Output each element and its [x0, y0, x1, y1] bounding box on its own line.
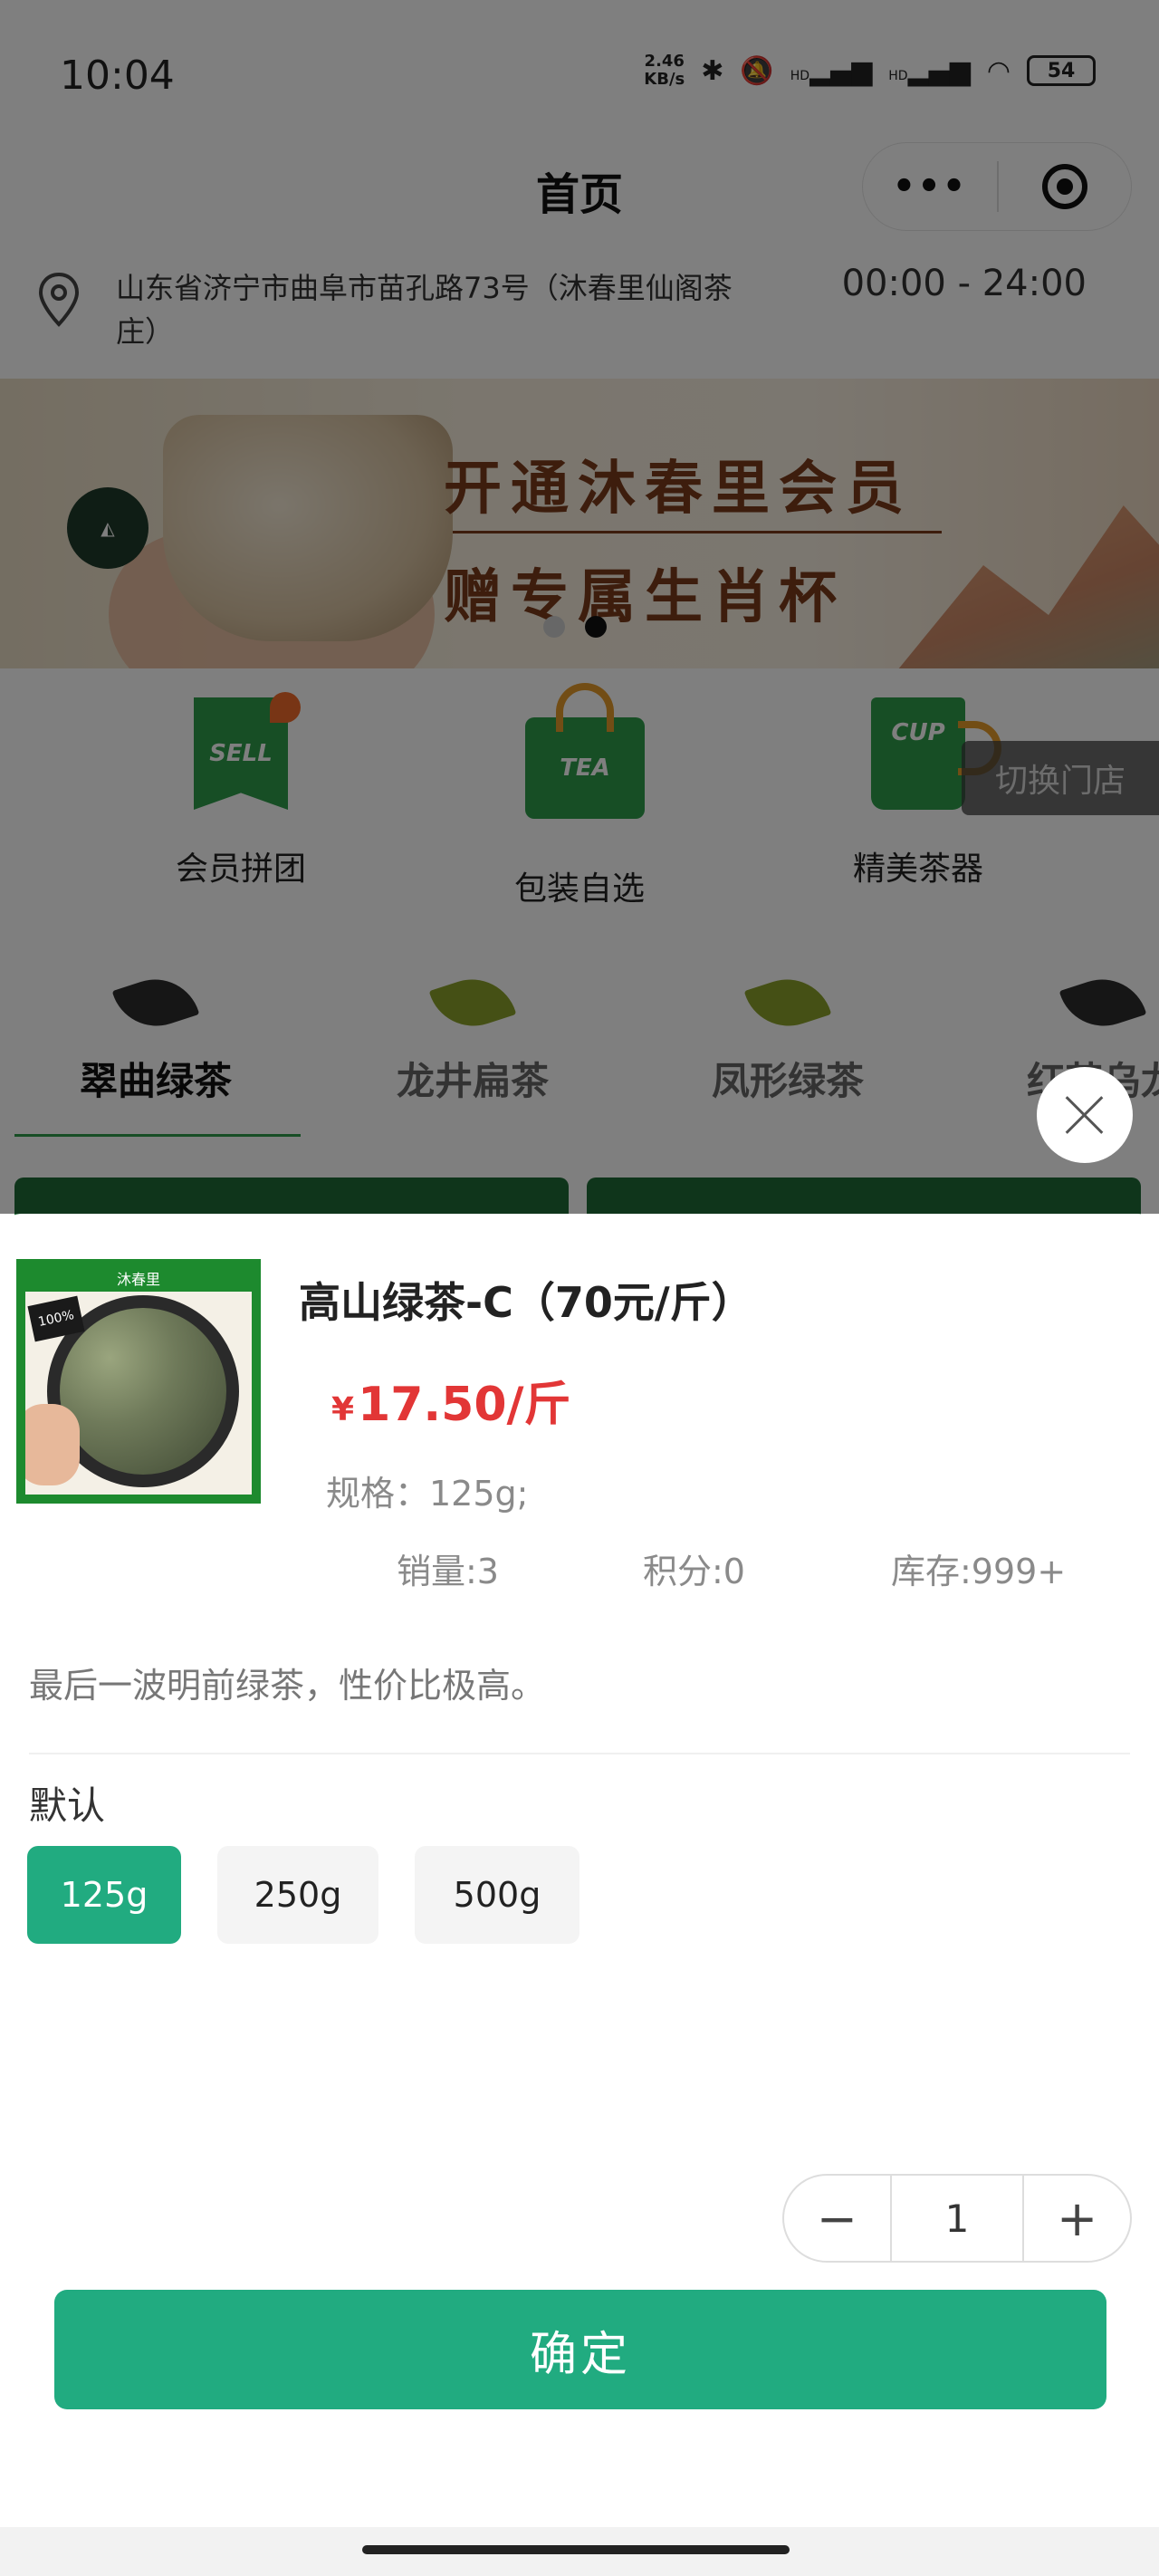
- product-description: 最后一波明前绿茶，性价比极高。: [29, 1666, 546, 1706]
- close-button[interactable]: [1037, 1067, 1133, 1163]
- spec-group-title: 默认: [29, 1783, 106, 1828]
- product-price: ¥17.50/斤: [331, 1366, 571, 1434]
- decrement-button[interactable]: −: [784, 2176, 890, 2261]
- gesture-bar-area: [0, 2527, 1159, 2576]
- spec-options: 125g 250g 500g: [27, 1846, 580, 1944]
- quantity-value[interactable]: 1: [889, 2176, 1025, 2261]
- points-value: 积分:0: [643, 1552, 745, 1591]
- increment-button[interactable]: +: [1024, 2176, 1130, 2261]
- currency-symbol: ¥: [331, 1391, 355, 1428]
- thumb-brand: 沐春里: [25, 1268, 252, 1292]
- home-indicator[interactable]: [362, 2545, 790, 2554]
- product-spec: 规格：125g;: [326, 1474, 529, 1514]
- spec-option-125g[interactable]: 125g: [27, 1846, 181, 1944]
- tea-leaves-image: [60, 1308, 226, 1475]
- price-value: 17.50/斤: [358, 1378, 571, 1432]
- sales-count: 销量:3: [397, 1552, 499, 1591]
- product-thumbnail: 100% 沐春里: [16, 1259, 261, 1504]
- product-stats: 销量:3 积分:0 库存:999+: [0, 1543, 1159, 1598]
- section-divider: [29, 1753, 1130, 1754]
- spec-option-500g[interactable]: 500g: [415, 1846, 580, 1944]
- quantity-stepper: − 1 +: [782, 2174, 1132, 2263]
- stock-count: 库存:999+: [891, 1552, 1067, 1591]
- hand-image: [25, 1404, 80, 1485]
- close-icon: [1065, 1095, 1105, 1135]
- confirm-button[interactable]: 确定: [54, 2290, 1106, 2409]
- modal-backdrop[interactable]: [0, 0, 1159, 1214]
- product-spec-sheet: 100% 沐春里 高山绿茶-C（70元/斤） ¥17.50/斤 规格：125g;…: [0, 1214, 1159, 2576]
- spec-option-250g[interactable]: 250g: [217, 1846, 378, 1944]
- product-title: 高山绿茶-C（70元/斤）: [299, 1278, 753, 1327]
